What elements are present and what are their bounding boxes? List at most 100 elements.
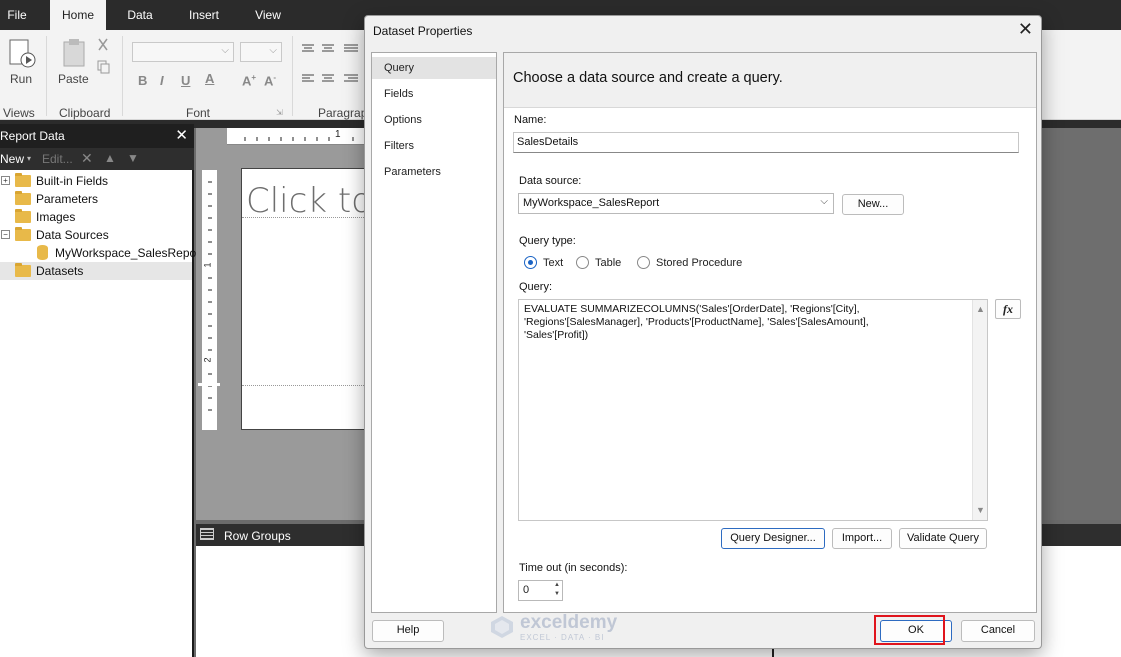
font-color-icon[interactable]: A (205, 71, 214, 86)
title-placeholder[interactable]: Click to (246, 181, 372, 221)
nav-options[interactable]: Options (372, 109, 496, 131)
exceldemy-logo-icon (491, 616, 513, 638)
group-clipboard-label: Clipboard (59, 106, 111, 120)
tree-item-builtin-fields[interactable]: + Built-in Fields (0, 172, 192, 190)
folder-icon (15, 173, 31, 187)
tree-item-workspace-datasource[interactable]: MyWorkspace_SalesReport (0, 244, 204, 262)
expand-icon[interactable]: + (1, 176, 10, 185)
group-paragraph-label: Paragrap (318, 106, 368, 120)
report-data-header: Report Data ✕ (0, 124, 194, 148)
panel-heading: Choose a data source and create a query. (513, 70, 783, 86)
query-panel: Choose a data source and create a query.… (503, 52, 1037, 613)
panel-header: Choose a data source and create a query. (504, 53, 1036, 108)
scroll-down-icon[interactable]: ▼ (976, 505, 985, 515)
validate-query-button[interactable]: Validate Query (899, 528, 987, 549)
tree-item-data-sources[interactable]: − Data Sources (0, 226, 192, 244)
shrink-font-icon[interactable]: A- (264, 73, 276, 88)
group-font-label: Font (186, 106, 211, 120)
tree-item-datasets[interactable]: Datasets (0, 262, 192, 280)
name-field[interactable]: SalesDetails (513, 132, 1019, 153)
radio-table[interactable] (576, 256, 589, 269)
tab-home[interactable]: Home (50, 0, 106, 30)
tree-item-images[interactable]: Images (0, 208, 192, 226)
dataset-properties-dialog: Dataset Properties ✕ Query Fields Option… (364, 15, 1042, 649)
report-data-pane: Report Data ✕ New ▾ Edit... ✕ ▲ ▼ + Buil… (0, 124, 204, 657)
run-button-label[interactable]: Run (10, 72, 32, 86)
stepper-arrows-icon[interactable]: ▲ ▼ (554, 581, 560, 599)
paragraph-align-icons[interactable] (300, 42, 362, 102)
delete-icon[interactable]: ✕ (81, 150, 93, 167)
report-body[interactable]: Click to (241, 168, 372, 430)
tab-insert[interactable]: Insert (180, 0, 228, 30)
nav-filters[interactable]: Filters (372, 135, 496, 157)
dialog-nav: Query Fields Options Filters Parameters (371, 52, 497, 613)
data-source-select[interactable]: MyWorkspace_SalesReport ⌵ (518, 193, 834, 214)
data-source-value: MyWorkspace_SalesReport (523, 197, 660, 209)
tab-data[interactable]: Data (118, 0, 162, 30)
radio-table-label: Table (595, 257, 622, 269)
nav-query[interactable]: Query (372, 57, 496, 79)
dialog-title: Dataset Properties (373, 24, 473, 38)
ok-highlight-box (874, 615, 945, 645)
font-dialog-launcher-icon[interactable]: ⇲ (276, 108, 283, 117)
copy-icon[interactable] (96, 60, 112, 74)
ruler-mark: 1 (335, 129, 341, 140)
underline-icon[interactable]: U (181, 73, 190, 88)
cut-icon[interactable] (96, 38, 112, 52)
query-designer-button[interactable]: Query Designer... (721, 528, 825, 549)
close-icon[interactable]: ✕ (175, 126, 188, 144)
folder-icon (15, 209, 31, 223)
move-down-icon[interactable]: ▼ (127, 151, 139, 165)
query-type-label: Query type: (519, 235, 576, 247)
edit-button[interactable]: Edit... (42, 152, 73, 166)
folder-icon (15, 191, 31, 205)
query-label: Query: (519, 281, 553, 293)
row-groups-label: Row Groups (224, 529, 291, 543)
radio-text[interactable] (524, 256, 537, 269)
ruler-mark-left-2: 2 (202, 357, 213, 363)
paste-button-label[interactable]: Paste (58, 72, 89, 86)
tab-view[interactable]: View (246, 0, 290, 30)
new-menu-button[interactable]: New (0, 152, 24, 166)
move-up-icon[interactable]: ▲ (104, 151, 116, 165)
query-textarea[interactable]: EVALUATE SUMMARIZECOLUMNS('Sales'[OrderD… (518, 299, 988, 521)
close-icon[interactable]: ✕ (1018, 19, 1033, 40)
bold-icon[interactable]: B (138, 73, 147, 88)
watermark-sub: EXCEL · DATA · BI (520, 633, 605, 642)
font-name-combo[interactable]: ⌵ (132, 42, 234, 62)
nav-fields[interactable]: Fields (372, 83, 496, 105)
folder-icon (15, 263, 31, 277)
section-splitter[interactable] (198, 383, 220, 386)
chevron-down-icon: ⌵ (820, 196, 828, 207)
import-button[interactable]: Import... (832, 528, 892, 549)
new-dropdown-icon[interactable]: ▾ (27, 154, 31, 163)
radio-stored-procedure[interactable] (637, 256, 650, 269)
data-source-label: Data source: (519, 175, 582, 187)
ruler-mark-left: 1 (202, 262, 213, 268)
tab-file[interactable]: File (0, 0, 34, 30)
collapse-icon[interactable]: − (1, 230, 10, 239)
watermark-name: exceldemy (520, 612, 618, 633)
name-label: Name: (514, 114, 547, 126)
horizontal-ruler: 1 (227, 128, 367, 145)
grow-font-icon[interactable]: A+ (242, 73, 256, 88)
vertical-ruler: 1 2 (202, 170, 217, 430)
font-size-combo[interactable]: ⌵ (240, 42, 282, 62)
scroll-up-icon[interactable]: ▲ (976, 304, 985, 314)
new-datasource-button[interactable]: New... (842, 194, 904, 215)
group-views-label: Views (3, 106, 35, 120)
cancel-button[interactable]: Cancel (961, 620, 1035, 642)
open-folder-icon (15, 227, 31, 241)
help-button[interactable]: Help (372, 620, 444, 642)
italic-icon[interactable]: I (160, 73, 164, 88)
radio-text-label: Text (543, 257, 564, 269)
expression-fx-button[interactable]: fx (995, 299, 1021, 319)
query-text[interactable]: EVALUATE SUMMARIZECOLUMNS('Sales'[OrderD… (524, 303, 964, 342)
timeout-stepper[interactable]: 0 ▲ ▼ (518, 580, 563, 601)
paste-icon[interactable] (60, 38, 90, 68)
tree-item-parameters[interactable]: Parameters (0, 190, 192, 208)
run-icon[interactable] (7, 38, 37, 68)
nav-parameters[interactable]: Parameters (372, 161, 496, 183)
radio-stored-procedure-label: Stored Procedure (656, 257, 743, 269)
query-scrollbar[interactable]: ▲ ▼ (972, 300, 987, 520)
